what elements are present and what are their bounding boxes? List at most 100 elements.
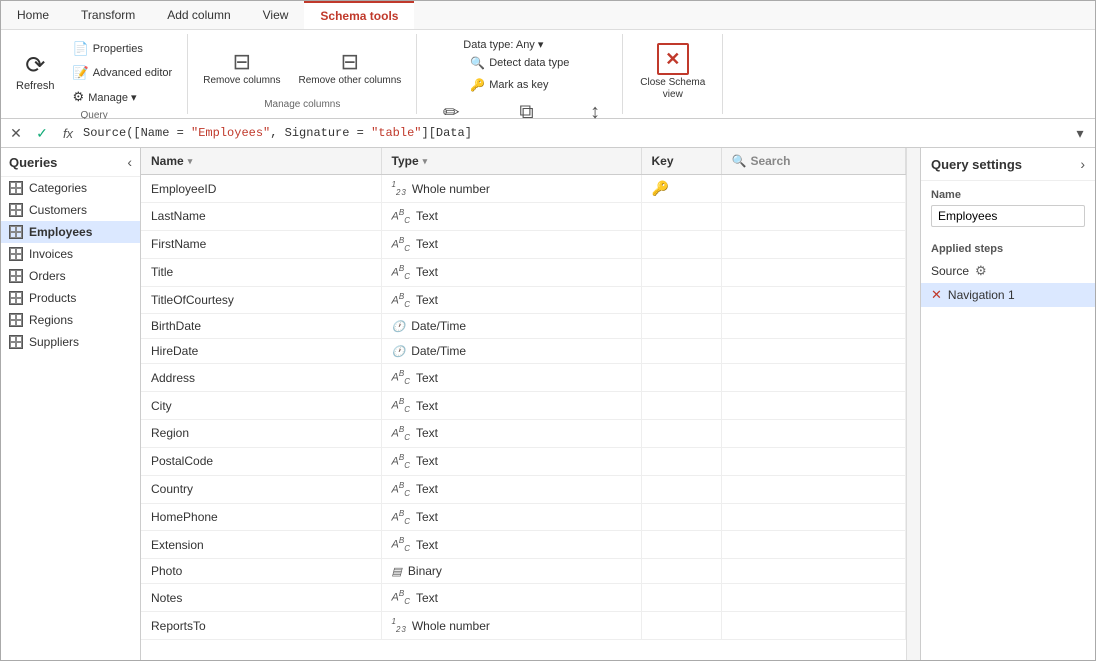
- table-row[interactable]: TitleOfCourtesyABCText: [141, 286, 906, 314]
- manage-button[interactable]: ⚙ Manage ▾: [66, 86, 180, 108]
- cell-empty: [721, 503, 906, 531]
- table-row[interactable]: CountryABCText: [141, 475, 906, 503]
- query-name-input[interactable]: [931, 205, 1085, 227]
- properties-button[interactable]: 📄 Properties: [66, 38, 180, 60]
- type-text: Whole number: [412, 619, 490, 633]
- cell-name: FirstName: [141, 230, 381, 258]
- sidebar-item-products[interactable]: Products: [1, 287, 140, 309]
- step-source-gear-icon[interactable]: ⚙: [975, 263, 987, 279]
- formula-accept-button[interactable]: ✓: [31, 122, 53, 144]
- formula-part-3: , Signature =: [270, 126, 371, 140]
- close-schema-button[interactable]: ✕ Close Schemaview: [631, 38, 714, 106]
- cell-key: [641, 447, 721, 475]
- table-row[interactable]: EmployeeID123Whole number🔑: [141, 175, 906, 203]
- query-settings-title: Query settings: [931, 157, 1022, 172]
- table-row[interactable]: CityABCText: [141, 392, 906, 420]
- formula-bar: ✕ ✓ fx Source([Name = "Employees", Signa…: [1, 119, 1095, 148]
- cell-key: [641, 203, 721, 231]
- table-row[interactable]: NotesABCText: [141, 584, 906, 612]
- cell-name: Country: [141, 475, 381, 503]
- tab-schema-tools[interactable]: Schema tools: [304, 1, 414, 29]
- sidebar: Queries ‹ Categories Customers Employees: [1, 148, 141, 660]
- cell-key: [641, 392, 721, 420]
- formula-cancel-button[interactable]: ✕: [5, 122, 27, 144]
- sidebar-item-regions[interactable]: Regions: [1, 309, 140, 331]
- type-icon: ABC: [392, 397, 410, 414]
- detect-data-type-button[interactable]: 🔍 Detect data type: [463, 53, 576, 73]
- query-settings-header: Query settings ›: [921, 148, 1095, 181]
- cell-name: BirthDate: [141, 314, 381, 339]
- table-row[interactable]: BirthDate🕐Date/Time: [141, 314, 906, 339]
- step-delete-icon[interactable]: ✕: [931, 287, 942, 303]
- cell-key: [641, 339, 721, 364]
- type-text: Text: [416, 371, 438, 385]
- table-row[interactable]: HireDate🕐Date/Time: [141, 339, 906, 364]
- type-text: Date/Time: [411, 344, 466, 358]
- step-source[interactable]: Source ⚙: [921, 259, 1095, 283]
- table-icon: [9, 313, 23, 327]
- tab-transform[interactable]: Transform: [65, 1, 151, 29]
- cell-type: 🕐Date/Time: [381, 314, 641, 339]
- table-row[interactable]: FirstNameABCText: [141, 230, 906, 258]
- cell-type: ABCText: [381, 475, 641, 503]
- cell-key: [641, 230, 721, 258]
- type-text: Binary: [408, 564, 442, 578]
- type-icon: 🕐: [392, 345, 406, 358]
- query-settings-expand-button[interactable]: ›: [1080, 156, 1085, 172]
- remove-columns-button[interactable]: ⊟ Remove columns: [196, 44, 287, 91]
- table-row[interactable]: AddressABCText: [141, 364, 906, 392]
- cell-key: [641, 584, 721, 612]
- tab-add-column[interactable]: Add column: [151, 1, 246, 29]
- type-icon: 🕐: [392, 320, 406, 333]
- vertical-scrollbar[interactable]: [906, 148, 920, 660]
- cell-empty: [721, 559, 906, 584]
- remove-other-icon: ⊟: [341, 49, 359, 75]
- ribbon-group-query: ⟳ Refresh 📄 Properties 📝 Advanced editor: [1, 34, 188, 114]
- advanced-editor-button[interactable]: 📝 Advanced editor: [66, 62, 180, 84]
- remove-other-columns-button[interactable]: ⊟ Remove other columns: [291, 44, 408, 91]
- type-icon: 123: [392, 617, 406, 634]
- table-icon: [9, 269, 23, 283]
- sidebar-item-categories[interactable]: Categories: [1, 177, 140, 199]
- schema-table-wrapper[interactable]: Name ▾ Type ▾: [141, 148, 906, 660]
- cell-key: 🔑: [641, 175, 721, 203]
- key-indicator-icon: 🔑: [652, 180, 669, 196]
- name-section: Name: [921, 181, 1095, 235]
- type-text: Text: [416, 454, 438, 468]
- table-row[interactable]: ReportsTo123Whole number: [141, 612, 906, 640]
- cell-key: [641, 531, 721, 559]
- tab-home[interactable]: Home: [1, 1, 65, 29]
- table-row[interactable]: TitleABCText: [141, 258, 906, 286]
- table-row[interactable]: RegionABCText: [141, 420, 906, 448]
- properties-icon: 📄: [73, 41, 89, 57]
- sidebar-collapse-button[interactable]: ‹: [127, 154, 132, 170]
- tab-view[interactable]: View: [247, 1, 305, 29]
- remove-columns-icon: ⊟: [233, 49, 251, 75]
- table-row[interactable]: LastNameABCText: [141, 203, 906, 231]
- table-row[interactable]: ExtensionABCText: [141, 531, 906, 559]
- type-text: Text: [416, 482, 438, 496]
- cell-empty: [721, 475, 906, 503]
- sidebar-item-suppliers[interactable]: Suppliers: [1, 331, 140, 353]
- sidebar-item-customers[interactable]: Customers: [1, 199, 140, 221]
- cell-empty: [721, 531, 906, 559]
- cell-empty: [721, 203, 906, 231]
- sidebar-item-employees[interactable]: Employees: [1, 221, 140, 243]
- table-row[interactable]: Photo▤Binary: [141, 559, 906, 584]
- sidebar-title: Queries: [9, 155, 57, 170]
- ribbon-group-manage-columns: ⊟ Remove columns ⊟ Remove other columns …: [188, 34, 417, 114]
- table-row[interactable]: HomePhoneABCText: [141, 503, 906, 531]
- refresh-button[interactable]: ⟳ Refresh: [9, 49, 62, 97]
- cell-name: EmployeeID: [141, 175, 381, 203]
- step-navigation-1[interactable]: ✕ Navigation 1: [921, 283, 1095, 307]
- formula-expand-button[interactable]: ▾: [1069, 122, 1091, 144]
- ribbon-content: ⟳ Refresh 📄 Properties 📝 Advanced editor: [1, 30, 1095, 118]
- cell-type: ABCText: [381, 258, 641, 286]
- sidebar-item-invoices[interactable]: Invoices: [1, 243, 140, 265]
- table-icon: [9, 335, 23, 349]
- mark-as-key-button[interactable]: 🔑 Mark as key: [463, 75, 576, 95]
- formula-fx-button[interactable]: fx: [57, 122, 79, 144]
- table-row[interactable]: PostalCodeABCText: [141, 447, 906, 475]
- sidebar-item-orders[interactable]: Orders: [1, 265, 140, 287]
- detect-icon: 🔍: [470, 56, 485, 70]
